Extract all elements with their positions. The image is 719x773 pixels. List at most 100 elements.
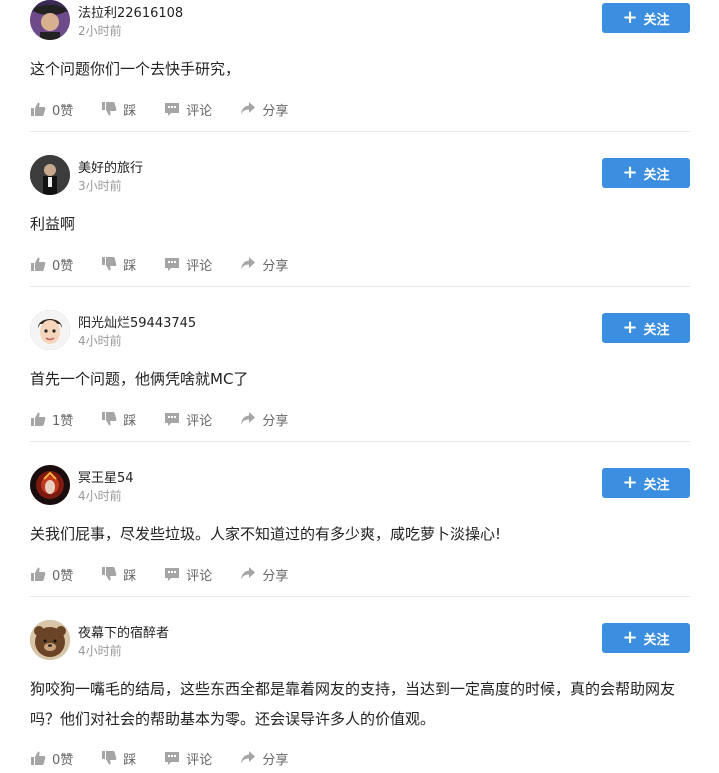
comment-text: 关我们屁事，尽发些垃圾。人家不知道过的有多少爽，咸吃萝卜淡操心! (30, 525, 502, 543)
timestamp: 4小时前 (78, 334, 122, 348)
like-button[interactable]: 0赞 (30, 100, 73, 119)
share-label: 分享 (262, 258, 289, 274)
dislike-button[interactable]: 踩 (101, 565, 136, 584)
avatar[interactable] (30, 155, 70, 195)
comment-item: 夜幕下的宿醉者 4小时前 + 关注 狗咬狗一嘴毛的结局，这些东西全都是靠着网友的… (30, 620, 690, 773)
like-button[interactable]: 1赞 (30, 410, 73, 429)
plus-icon: + (622, 472, 638, 493)
dislike-label: 踩 (123, 752, 137, 768)
comment-icon (164, 411, 180, 427)
like-count: 0赞 (52, 568, 74, 584)
share-button[interactable]: 分享 (240, 255, 288, 274)
dislike-label: 踩 (123, 258, 137, 274)
thumbs-up-icon (30, 566, 46, 582)
share-arrow-icon (240, 750, 256, 766)
follow-button[interactable]: + 关注 (602, 468, 690, 498)
share-arrow-icon (240, 411, 256, 427)
dislike-button[interactable]: 踩 (101, 749, 136, 768)
dislike-button[interactable]: 踩 (101, 255, 136, 274)
share-button[interactable]: 分享 (240, 410, 288, 429)
reply-button[interactable]: 评论 (164, 565, 212, 584)
like-button[interactable]: 0赞 (30, 749, 73, 768)
comment-item: 美好的旅行 3小时前 + 关注 利益啊 0赞 踩 评论 分享 (30, 155, 690, 287)
plus-icon: + (622, 162, 638, 183)
plus-icon: + (622, 317, 638, 338)
dislike-button[interactable]: 踩 (101, 410, 136, 429)
follow-button[interactable]: + 关注 (602, 158, 690, 188)
like-button[interactable]: 0赞 (30, 565, 73, 584)
share-label: 分享 (262, 103, 289, 119)
comment-icon (164, 750, 180, 766)
follow-label: 关注 (643, 632, 670, 648)
share-button[interactable]: 分享 (240, 565, 288, 584)
reply-button[interactable]: 评论 (164, 255, 212, 274)
thumbs-up-icon (30, 411, 46, 427)
avatar[interactable] (30, 0, 70, 40)
thumbs-up-icon (30, 101, 46, 117)
timestamp: 4小时前 (78, 489, 122, 503)
reply-button[interactable]: 评论 (164, 100, 212, 119)
like-count: 1赞 (52, 413, 74, 429)
plus-icon: + (622, 7, 638, 28)
reply-label: 评论 (186, 752, 213, 768)
thumbs-up-icon (30, 256, 46, 272)
share-arrow-icon (240, 566, 256, 582)
reply-label: 评论 (186, 103, 213, 119)
share-arrow-icon (240, 256, 256, 272)
comment-icon (164, 566, 180, 582)
follow-label: 关注 (643, 477, 670, 493)
avatar[interactable] (30, 620, 70, 660)
share-label: 分享 (262, 568, 289, 584)
thumbs-down-icon (101, 256, 117, 272)
action-bar: 0赞 踩 评论 分享 (30, 748, 316, 768)
avatar[interactable] (30, 310, 70, 350)
comment-icon (164, 256, 180, 272)
reply-label: 评论 (186, 413, 213, 429)
thumbs-down-icon (101, 411, 117, 427)
share-button[interactable]: 分享 (240, 749, 288, 768)
follow-label: 关注 (643, 12, 670, 28)
action-bar: 1赞 踩 评论 分享 (30, 409, 316, 429)
share-label: 分享 (262, 413, 289, 429)
comment-text: 这个问题你们一个去快手研究， (30, 60, 241, 78)
avatar[interactable] (30, 465, 70, 505)
follow-button[interactable]: + 关注 (602, 3, 690, 33)
thumbs-down-icon (101, 101, 117, 117)
action-bar: 0赞 踩 评论 分享 (30, 254, 316, 274)
reply-button[interactable]: 评论 (164, 749, 212, 768)
like-button[interactable]: 0赞 (30, 255, 73, 274)
username[interactable]: 夜幕下的宿醉者 (78, 622, 169, 641)
action-bar: 0赞 踩 评论 分享 (30, 99, 316, 119)
thumbs-down-icon (101, 750, 117, 766)
share-arrow-icon (240, 101, 256, 117)
username[interactable]: 美好的旅行 (78, 157, 143, 176)
comment-item: 阳光灿烂59443745 4小时前 + 关注 首先一个问题，他俩凭啥就MC了 1… (30, 310, 690, 442)
dislike-label: 踩 (123, 568, 137, 584)
comment-icon (164, 101, 180, 117)
like-count: 0赞 (52, 103, 74, 119)
dislike-label: 踩 (123, 413, 137, 429)
dislike-label: 踩 (123, 103, 137, 119)
action-bar: 0赞 踩 评论 分享 (30, 564, 316, 584)
reply-label: 评论 (186, 258, 213, 274)
timestamp: 2小时前 (78, 24, 122, 38)
like-count: 0赞 (52, 258, 74, 274)
follow-label: 关注 (643, 167, 670, 183)
thumbs-down-icon (101, 566, 117, 582)
share-label: 分享 (262, 752, 289, 768)
username[interactable]: 阳光灿烂59443745 (78, 312, 196, 331)
timestamp: 3小时前 (78, 179, 122, 193)
follow-button[interactable]: + 关注 (602, 313, 690, 343)
comment-item: 冥王星54 4小时前 + 关注 关我们屁事，尽发些垃圾。人家不知道过的有多少爽，… (30, 465, 690, 597)
plus-icon: + (622, 627, 638, 648)
username[interactable]: 法拉利22616108 (78, 2, 183, 21)
follow-label: 关注 (643, 322, 670, 338)
dislike-button[interactable]: 踩 (101, 100, 136, 119)
reply-label: 评论 (186, 568, 213, 584)
reply-button[interactable]: 评论 (164, 410, 212, 429)
share-button[interactable]: 分享 (240, 100, 288, 119)
username[interactable]: 冥王星54 (78, 467, 134, 486)
comment-text: 狗咬狗一嘴毛的结局，这些东西全都是靠着网友的支持，当达到一定高度的时候，真的会帮… (30, 680, 676, 728)
follow-button[interactable]: + 关注 (602, 623, 690, 653)
timestamp: 4小时前 (78, 644, 122, 658)
